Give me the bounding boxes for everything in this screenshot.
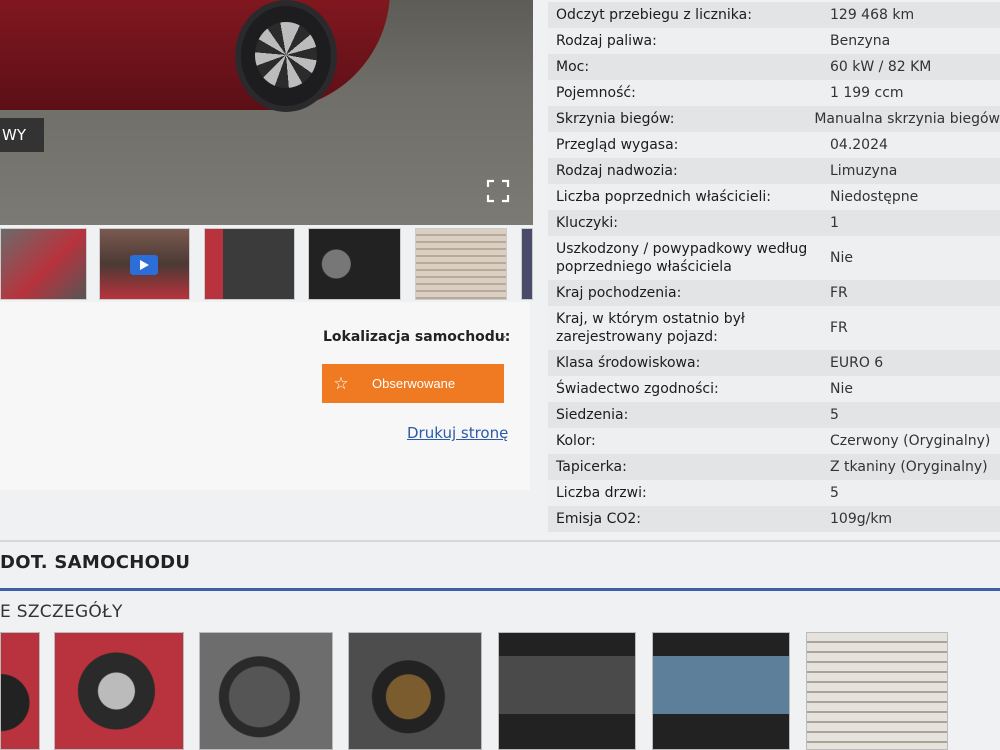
- spec-row-inspection: Przegląd wygasa: 04.2024: [548, 132, 1000, 158]
- thumbnail-interior[interactable]: [204, 228, 295, 300]
- spec-key: Siedzenia:: [556, 407, 629, 423]
- spec-key: Kolor:: [556, 433, 596, 449]
- spec-key: Tapicerka:: [556, 459, 627, 475]
- photo-label: WY: [0, 118, 44, 152]
- gallery-image-wheel[interactable]: [54, 632, 184, 750]
- main-car-photo[interactable]: WY: [0, 0, 533, 225]
- spec-value: 129 468 km: [830, 7, 915, 23]
- spec-key: Pojemność:: [556, 85, 636, 101]
- spec-row-co2: Emisja CO2: 109g/km: [548, 506, 1000, 532]
- spec-row-fuel: Rodzaj paliwa: Benzyna: [548, 28, 1000, 54]
- spec-row-emission-class: Klasa środowiskowa: EURO 6: [548, 350, 1000, 376]
- play-icon[interactable]: [130, 255, 158, 275]
- spec-key: Świadectwo zgodności:: [556, 381, 719, 397]
- spec-key: Uszkodzony / powypadkowy według poprzedn…: [556, 241, 808, 275]
- spec-row-color: Kolor: Czerwony (Oryginalny): [548, 428, 1000, 454]
- spec-value: FR: [830, 320, 848, 336]
- spec-value: 109g/km: [830, 511, 893, 527]
- gallery-image-navigation[interactable]: [652, 632, 790, 750]
- spec-row-body: Rodzaj nadwozia: Limuzyna: [548, 158, 1000, 184]
- spec-value: 60 kW / 82 KM: [830, 59, 932, 75]
- spec-key: Kraj pochodzenia:: [556, 285, 682, 301]
- spec-value: Z tkaniny (Oryginalny): [830, 459, 988, 475]
- spec-key: Liczba drzwi:: [556, 485, 647, 501]
- spec-key: Odczyt przebiegu z licznika:: [556, 7, 752, 23]
- thumbnail-engine-video[interactable]: [99, 228, 190, 300]
- spec-row-doors: Liczba drzwi: 5: [548, 480, 1000, 506]
- spec-value: 04.2024: [830, 137, 888, 153]
- location-label: Lokalizacja samochodu:: [323, 329, 511, 345]
- spec-key: Kluczyki:: [556, 215, 618, 231]
- spec-value: Manualna skrzynia biegów: [814, 111, 1000, 127]
- gallery-image-wheel-left[interactable]: [0, 632, 40, 750]
- expand-icon[interactable]: [486, 179, 510, 203]
- spec-key: Rodzaj paliwa:: [556, 33, 657, 49]
- gallery-image-fuel-cap[interactable]: [199, 632, 333, 750]
- spec-value: Nie: [830, 381, 853, 397]
- spec-row-capacity: Pojemność: 1 199 ccm: [548, 80, 1000, 106]
- spec-value: 1: [830, 215, 839, 231]
- spec-value: Nie: [830, 250, 853, 266]
- spec-value: EURO 6: [830, 355, 884, 371]
- spec-value: Niedostępne: [830, 189, 919, 205]
- spec-value: Benzyna: [830, 33, 891, 49]
- spec-key: Liczba poprzednich właścicieli:: [556, 189, 771, 205]
- spec-row-upholstery: Tapicerka: Z tkaniny (Oryginalny): [548, 454, 1000, 480]
- spec-value: 5: [830, 485, 839, 501]
- spec-key: Rodzaj nadwozia:: [556, 163, 678, 179]
- spec-value: 1 199 ccm: [830, 85, 904, 101]
- location-panel: Lokalizacja samochodu: - ☆ Obserwowane D…: [0, 302, 530, 490]
- watch-button-label: Obserwowane: [372, 376, 456, 391]
- spec-value: Limuzyna: [830, 163, 898, 179]
- section-title: DOT. SAMOCHODU: [0, 552, 191, 573]
- spec-row-power: Moc: 60 kW / 82 KM: [548, 54, 1000, 80]
- wheel-image: [235, 0, 337, 112]
- thumbnail-document[interactable]: [415, 228, 507, 300]
- spec-value: 5: [830, 407, 839, 423]
- gallery-image-document[interactable]: [806, 632, 948, 750]
- spec-key: Przegląd wygasa:: [556, 137, 679, 153]
- spec-row-damaged: Uszkodzony / powypadkowy według poprzedn…: [548, 236, 1000, 280]
- spec-row-gearbox: Skrzynia biegów: Manualna skrzynia biegó…: [548, 106, 1000, 132]
- thumbnail-next[interactable]: [521, 228, 533, 300]
- spec-row-keys: Kluczyki: 1: [548, 210, 1000, 236]
- thumbnail-dashboard[interactable]: [308, 228, 401, 300]
- print-page-link[interactable]: Drukuj stronę: [407, 424, 508, 442]
- star-icon: ☆: [333, 373, 349, 393]
- tab-underline: [0, 588, 1000, 591]
- spec-key: Skrzynia biegów:: [556, 111, 675, 127]
- spec-row-mileage: Odczyt przebiegu z licznika: 129 468 km: [548, 2, 1000, 28]
- spec-row-owners: Liczba poprzednich właścicieli: Niedostę…: [548, 184, 1000, 210]
- spec-row-origin: Kraj pochodzenia: FR: [548, 280, 1000, 306]
- details-subtitle[interactable]: E SZCZEGÓŁY: [0, 602, 123, 622]
- gallery-image-fuel-inlet[interactable]: [348, 632, 482, 750]
- section-divider: [0, 540, 1000, 542]
- spec-key: Emisja CO2:: [556, 511, 642, 527]
- spec-value: Czerwony (Oryginalny): [830, 433, 991, 449]
- spec-row-registration: Kraj, w którym ostatnio był zarejestrowa…: [548, 306, 1000, 350]
- thumbnail-car-front[interactable]: [0, 228, 87, 300]
- spec-value: FR: [830, 285, 848, 301]
- spec-key: Klasa środowiskowa:: [556, 355, 701, 371]
- watch-button[interactable]: ☆ Obserwowane: [322, 364, 504, 403]
- spec-row-conformity: Świadectwo zgodności: Nie: [548, 376, 1000, 402]
- location-value: -: [501, 329, 507, 345]
- spec-key: Kraj, w którym ostatnio był zarejestrowa…: [556, 311, 745, 345]
- spec-row-seats: Siedzenia: 5: [548, 402, 1000, 428]
- gallery-image-rear-camera[interactable]: [498, 632, 636, 750]
- spec-key: Moc:: [556, 59, 590, 75]
